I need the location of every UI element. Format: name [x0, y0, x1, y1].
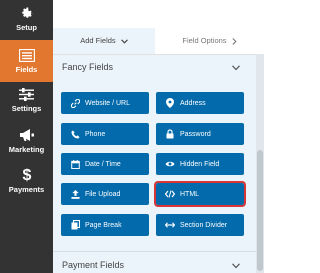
lock-icon — [165, 129, 175, 139]
field-button-hidden-field[interactable]: Hidden Field — [156, 153, 244, 175]
sidebar-item-label: Marketing — [8, 145, 45, 154]
megaphone-icon — [19, 129, 34, 141]
panel-tabs: Add Fields Field Options — [53, 28, 264, 55]
field-button-label: Date / Time — [85, 160, 121, 168]
link-icon — [70, 98, 80, 108]
sidebar-item-settings[interactable]: Settings — [0, 88, 53, 120]
field-button-address[interactable]: Address — [156, 92, 244, 114]
fields-list-icon — [18, 48, 35, 62]
sliders-icon — [19, 88, 34, 101]
code-icon — [165, 189, 175, 199]
field-button-label: File Upload — [85, 190, 121, 198]
sidebar-item-marketing[interactable]: Marketing — [0, 128, 53, 160]
field-button-label: Page Break — [85, 221, 122, 229]
field-button-file-upload[interactable]: File Upload — [61, 183, 149, 205]
section-title-payment-fields[interactable]: Payment Fields — [62, 260, 124, 270]
copy-icon — [70, 220, 80, 230]
sidebar-item-label: Fields — [15, 64, 38, 74]
field-button-label: Phone — [85, 130, 106, 138]
builder-sidebar: Setup Fields Settings Marketing $ Paymen… — [0, 0, 53, 273]
upload-icon — [70, 189, 80, 199]
tab-field-options[interactable]: Field Options — [155, 28, 264, 54]
top-bar — [53, 0, 300, 28]
gear-icon — [21, 7, 32, 18]
section-divider-line — [53, 251, 256, 252]
map-marker-icon — [165, 98, 175, 108]
sidebar-item-label: Setup — [16, 23, 37, 32]
eye-slash-icon — [165, 159, 175, 169]
sidebar-item-setup[interactable]: Setup — [0, 6, 53, 38]
field-button-label: Password — [180, 130, 211, 138]
right-canvas-area — [264, 0, 300, 273]
panel-scrollbar[interactable] — [256, 54, 264, 273]
sidebar-item-label: Payments — [8, 185, 45, 194]
field-button-section-divider[interactable]: Section Divider — [156, 214, 244, 236]
svg-text:$: $ — [22, 167, 31, 182]
dollar-icon: $ — [22, 167, 31, 182]
chevron-down-icon[interactable] — [232, 263, 240, 269]
section-title-fancy-fields[interactable]: Fancy Fields — [62, 62, 113, 72]
sidebar-item-fields[interactable]: Fields — [0, 40, 53, 82]
calendar-icon — [70, 159, 80, 169]
field-button-password[interactable]: Password — [156, 123, 244, 145]
tab-label: Field Options — [182, 36, 227, 45]
sidebar-item-label: Settings — [11, 104, 42, 113]
chevron-down-icon[interactable] — [232, 65, 240, 71]
fields-panel: Add Fields Field Options Fancy Fields We… — [53, 28, 264, 273]
scrollbar-thumb[interactable] — [257, 150, 263, 271]
field-button-html[interactable]: HTML — [154, 181, 246, 207]
field-button-label: Website / URL — [85, 99, 130, 107]
arrows-h-icon — [165, 220, 175, 230]
field-button-label: HTML — [180, 190, 200, 198]
field-button-date-time[interactable]: Date / Time — [61, 153, 149, 175]
field-button-website-url[interactable]: Website / URL — [61, 92, 149, 114]
sidebar-item-payments[interactable]: $ Payments — [0, 166, 53, 198]
field-button-page-break[interactable]: Page Break — [61, 214, 149, 236]
field-button-label: Hidden Field — [180, 160, 220, 168]
tab-add-fields[interactable]: Add Fields — [53, 28, 155, 54]
tab-label: Add Fields — [80, 36, 116, 45]
phone-icon — [70, 129, 80, 139]
chevron-right-icon — [232, 37, 237, 45]
field-button-label: Section Divider — [180, 221, 228, 229]
field-button-label: Address — [180, 99, 206, 107]
field-button-phone[interactable]: Phone — [61, 123, 149, 145]
chevron-down-icon — [120, 38, 128, 44]
